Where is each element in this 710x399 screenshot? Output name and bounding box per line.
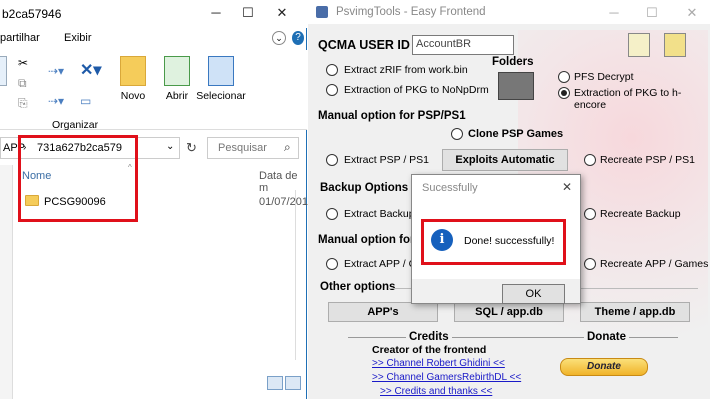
donate-heading: Donate: [584, 331, 629, 343]
select-all-icon: [208, 56, 234, 86]
copy-to-icon[interactable]: ⇢▾: [48, 94, 64, 108]
other-options-heading: Other options: [320, 281, 396, 293]
psv-minimize-icon[interactable]: ─: [604, 4, 624, 22]
paste-shortcut-icon[interactable]: ⎘: [18, 96, 28, 111]
ribbon: ✂ ⧉ ⎘ ⇢▾ ✕▾ ⇢▾ ▭ Organizar Novo Abrir Se…: [0, 50, 307, 131]
new-folder-button[interactable]: Novo: [116, 56, 150, 102]
file-explorer-window: b2ca57946 ─ ☐ ✕ partilhar Exibir ⌄ ? ✂ ⧉…: [0, 0, 314, 399]
radio-recreate-psp[interactable]: [584, 154, 596, 166]
search-placeholder: Pesquisar: [218, 142, 267, 154]
open-button[interactable]: Abrir: [160, 56, 194, 102]
psv-title-bar: PsvimgTools - Easy Frontend ─ ☐ ✕: [308, 0, 710, 24]
radio-extract-hencore[interactable]: [558, 87, 570, 99]
vertical-scrollbar[interactable]: [291, 190, 305, 370]
manual-psp-heading: Manual option for PSP/PS1: [318, 110, 466, 122]
refresh-icon[interactable]: ↻: [186, 140, 197, 156]
folders-label: Folders: [492, 56, 534, 68]
radio-extract-app[interactable]: [326, 258, 338, 270]
new-folder-label: Novo: [120, 90, 146, 102]
dialog-close-icon[interactable]: ✕: [562, 180, 572, 194]
help-icon[interactable]: ?: [292, 31, 304, 45]
radio-recreate-app[interactable]: [584, 258, 596, 270]
psv-maximize-icon[interactable]: ☐: [642, 4, 662, 22]
link-gamersrebirthdl[interactable]: >> Channel GamersRebirthDL <<: [372, 372, 521, 383]
apps-button[interactable]: APP's: [328, 302, 438, 322]
delete-icon[interactable]: ✕▾: [80, 60, 101, 80]
ribbon-group-organize: Organizar: [52, 119, 99, 131]
link-credits-thanks[interactable]: >> Credits and thanks <<: [380, 386, 492, 397]
navigation-pane[interactable]: [0, 165, 13, 399]
label-recreate-backup: Recreate Backup: [600, 208, 681, 220]
donate-button[interactable]: Donate: [560, 358, 648, 376]
details-view-icon[interactable]: [267, 376, 283, 390]
select-button[interactable]: Selecionar: [196, 56, 246, 102]
edit-tool-icon[interactable]: [664, 33, 686, 57]
open-icon: [164, 56, 190, 86]
address-dropdown-icon[interactable]: ⌄: [166, 141, 174, 152]
dialog-title-bar: Sucessfully ✕: [412, 175, 580, 201]
exploits-automatic-button[interactable]: Exploits Automatic: [442, 149, 568, 171]
qcma-label: QCMA USER ID: [318, 38, 410, 52]
minimize-icon[interactable]: ─: [206, 4, 226, 22]
properties-icon[interactable]: [0, 56, 8, 90]
app-logo-icon: [316, 6, 328, 18]
label-extract-backup: Extract Backup: [344, 208, 415, 220]
label-recreate-app: Recreate APP / Games: [600, 258, 709, 270]
explorer-title-bar: b2ca57946 ─ ☐ ✕: [0, 0, 307, 28]
radio-extract-nonpdrm[interactable]: [326, 84, 338, 96]
label-extract-psp: Extract PSP / PS1: [344, 154, 430, 166]
radio-pfs-decrypt[interactable]: [558, 71, 570, 83]
backup-options-heading: Backup Options: [320, 182, 409, 194]
copy-path-icon[interactable]: ⧉: [18, 76, 27, 91]
sql-appdb-button[interactable]: SQL / app.db: [454, 302, 564, 322]
file-date: 01/07/2018: [259, 196, 315, 208]
close-icon[interactable]: ✕: [272, 4, 292, 22]
creator-heading: Creator of the frontend: [372, 344, 487, 356]
label-extract-hencore: Extraction of PKG to h-encore: [574, 87, 682, 111]
search-input[interactable]: Pesquisar ⌕: [207, 137, 299, 159]
gamepad-folder-icon[interactable]: [498, 72, 534, 100]
tab-share[interactable]: partilhar: [0, 32, 40, 44]
large-icons-view-icon[interactable]: [285, 376, 301, 390]
radio-recreate-backup[interactable]: [584, 208, 596, 220]
radio-extract-zrif[interactable]: [326, 64, 338, 76]
label-extract-zrif: Extract zRIF from work.bin: [344, 64, 468, 76]
new-folder-icon: [120, 56, 146, 86]
dialog-title: Sucessfully: [422, 182, 478, 194]
qcma-folder-icon[interactable]: [628, 33, 650, 57]
radio-extract-backup[interactable]: [326, 208, 338, 220]
search-icon: ⌕: [284, 140, 291, 154]
chevron-down-icon[interactable]: ⌄: [272, 31, 286, 45]
highlight-box-folder: [18, 135, 138, 222]
label-recreate-psp: Recreate PSP / PS1: [600, 154, 695, 166]
credits-heading: Credits: [406, 331, 452, 343]
label-extract-app: Extract APP / G: [344, 258, 417, 270]
move-to-icon[interactable]: ⇢▾: [48, 64, 64, 78]
select-label: Selecionar: [196, 90, 246, 102]
radio-clone-psp[interactable]: [451, 128, 463, 140]
label-pfs-decrypt: PFS Decrypt: [574, 71, 634, 83]
psv-close-icon[interactable]: ✕: [682, 4, 702, 22]
rename-icon[interactable]: ▭: [80, 94, 91, 108]
view-toggle: [267, 376, 303, 393]
label-clone-psp: Clone PSP Games: [468, 128, 564, 140]
ribbon-tabs: partilhar Exibir ⌄ ?: [0, 28, 307, 50]
explorer-title: b2ca57946: [2, 7, 62, 21]
manual-app-heading: Manual option for: [318, 234, 415, 246]
maximize-icon[interactable]: ☐: [238, 4, 258, 22]
open-label: Abrir: [165, 90, 189, 102]
ok-button[interactable]: OK: [502, 284, 565, 304]
link-robert-ghidini[interactable]: >> Channel Robert Ghidini <<: [372, 358, 505, 369]
radio-extract-psp[interactable]: [326, 154, 338, 166]
account-input[interactable]: AccountBR: [412, 35, 514, 55]
highlight-box-message: [421, 219, 566, 265]
label-extract-nonpdrm: Extraction of PKG to NoNpDrm: [344, 84, 489, 96]
tab-view[interactable]: Exibir: [64, 32, 92, 44]
theme-appdb-button[interactable]: Theme / app.db: [580, 302, 690, 322]
cut-icon[interactable]: ✂: [18, 56, 28, 70]
psv-title: PsvimgTools - Easy Frontend: [336, 6, 486, 18]
